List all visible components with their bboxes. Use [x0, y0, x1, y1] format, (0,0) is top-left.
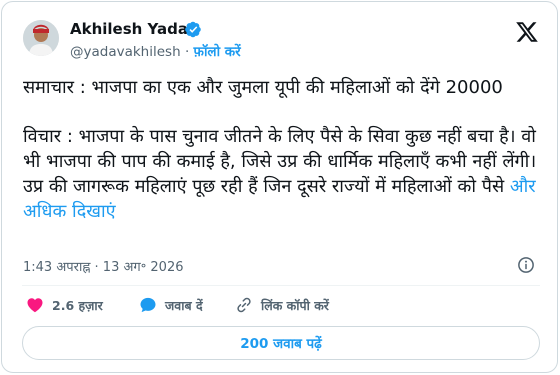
divider — [22, 285, 540, 286]
copy-link-label: लिंक कॉपी करें — [261, 297, 329, 313]
avatar-portrait-icon — [23, 20, 59, 56]
reply-label: जवाब दें — [165, 297, 203, 313]
display-name[interactable]: Akhilesh Yadav — [70, 20, 198, 38]
tweet-paragraph-opinion-text: विचार : भाजपा के पास चुनाव जीतने के लिए … — [23, 126, 537, 197]
tweet-text: समाचार : भाजपा का एक और जुमला यूपी की मह… — [23, 75, 543, 224]
handle-row: @yadavakhilesh · फ़ॉलो करें — [70, 42, 241, 60]
timestamp[interactable]: 1:43 अपराह्न · 13 अग॰ 2026 — [23, 257, 184, 275]
read-replies-button[interactable]: 200 जवाब पढ़ें — [22, 326, 540, 360]
heart-icon — [27, 298, 43, 313]
avatar[interactable] — [23, 20, 59, 56]
handle[interactable]: @yadavakhilesh — [70, 44, 181, 60]
x-logo-icon[interactable] — [515, 20, 539, 44]
follow-button[interactable]: फ़ॉलो करें — [194, 44, 241, 60]
reply-button[interactable]: जवाब दें — [139, 295, 203, 315]
info-icon[interactable] — [517, 256, 535, 274]
link-icon — [237, 297, 251, 313]
like-button[interactable]: 2.6 हज़ार — [26, 295, 103, 315]
tweet-card[interactable]: Akhilesh Yadav @yadavakhilesh · फ़ॉलो कर… — [1, 1, 558, 373]
tweet-paragraph-opinion: विचार : भाजपा के पास चुनाव जीतने के लिए … — [23, 124, 543, 224]
tweet-paragraph-news: समाचार : भाजपा का एक और जुमला यूपी की मह… — [23, 77, 503, 98]
reply-bubble-icon — [140, 297, 156, 313]
verified-badge-icon — [185, 21, 201, 38]
like-count: 2.6 हज़ार — [52, 297, 103, 313]
copy-link-button[interactable]: लिंक कॉपी करें — [235, 295, 329, 315]
handle-separator: · — [184, 44, 190, 60]
